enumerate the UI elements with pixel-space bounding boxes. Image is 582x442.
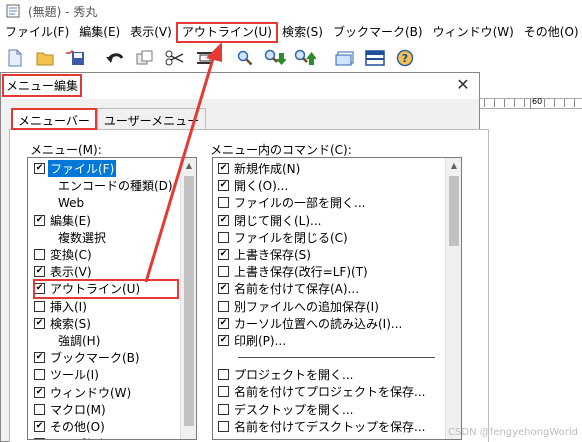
watermark: CSDN @fengyehongWorld: [448, 427, 578, 438]
tab[interactable]: メニューバー: [11, 108, 97, 130]
annotation-arrow: [144, 42, 222, 283]
